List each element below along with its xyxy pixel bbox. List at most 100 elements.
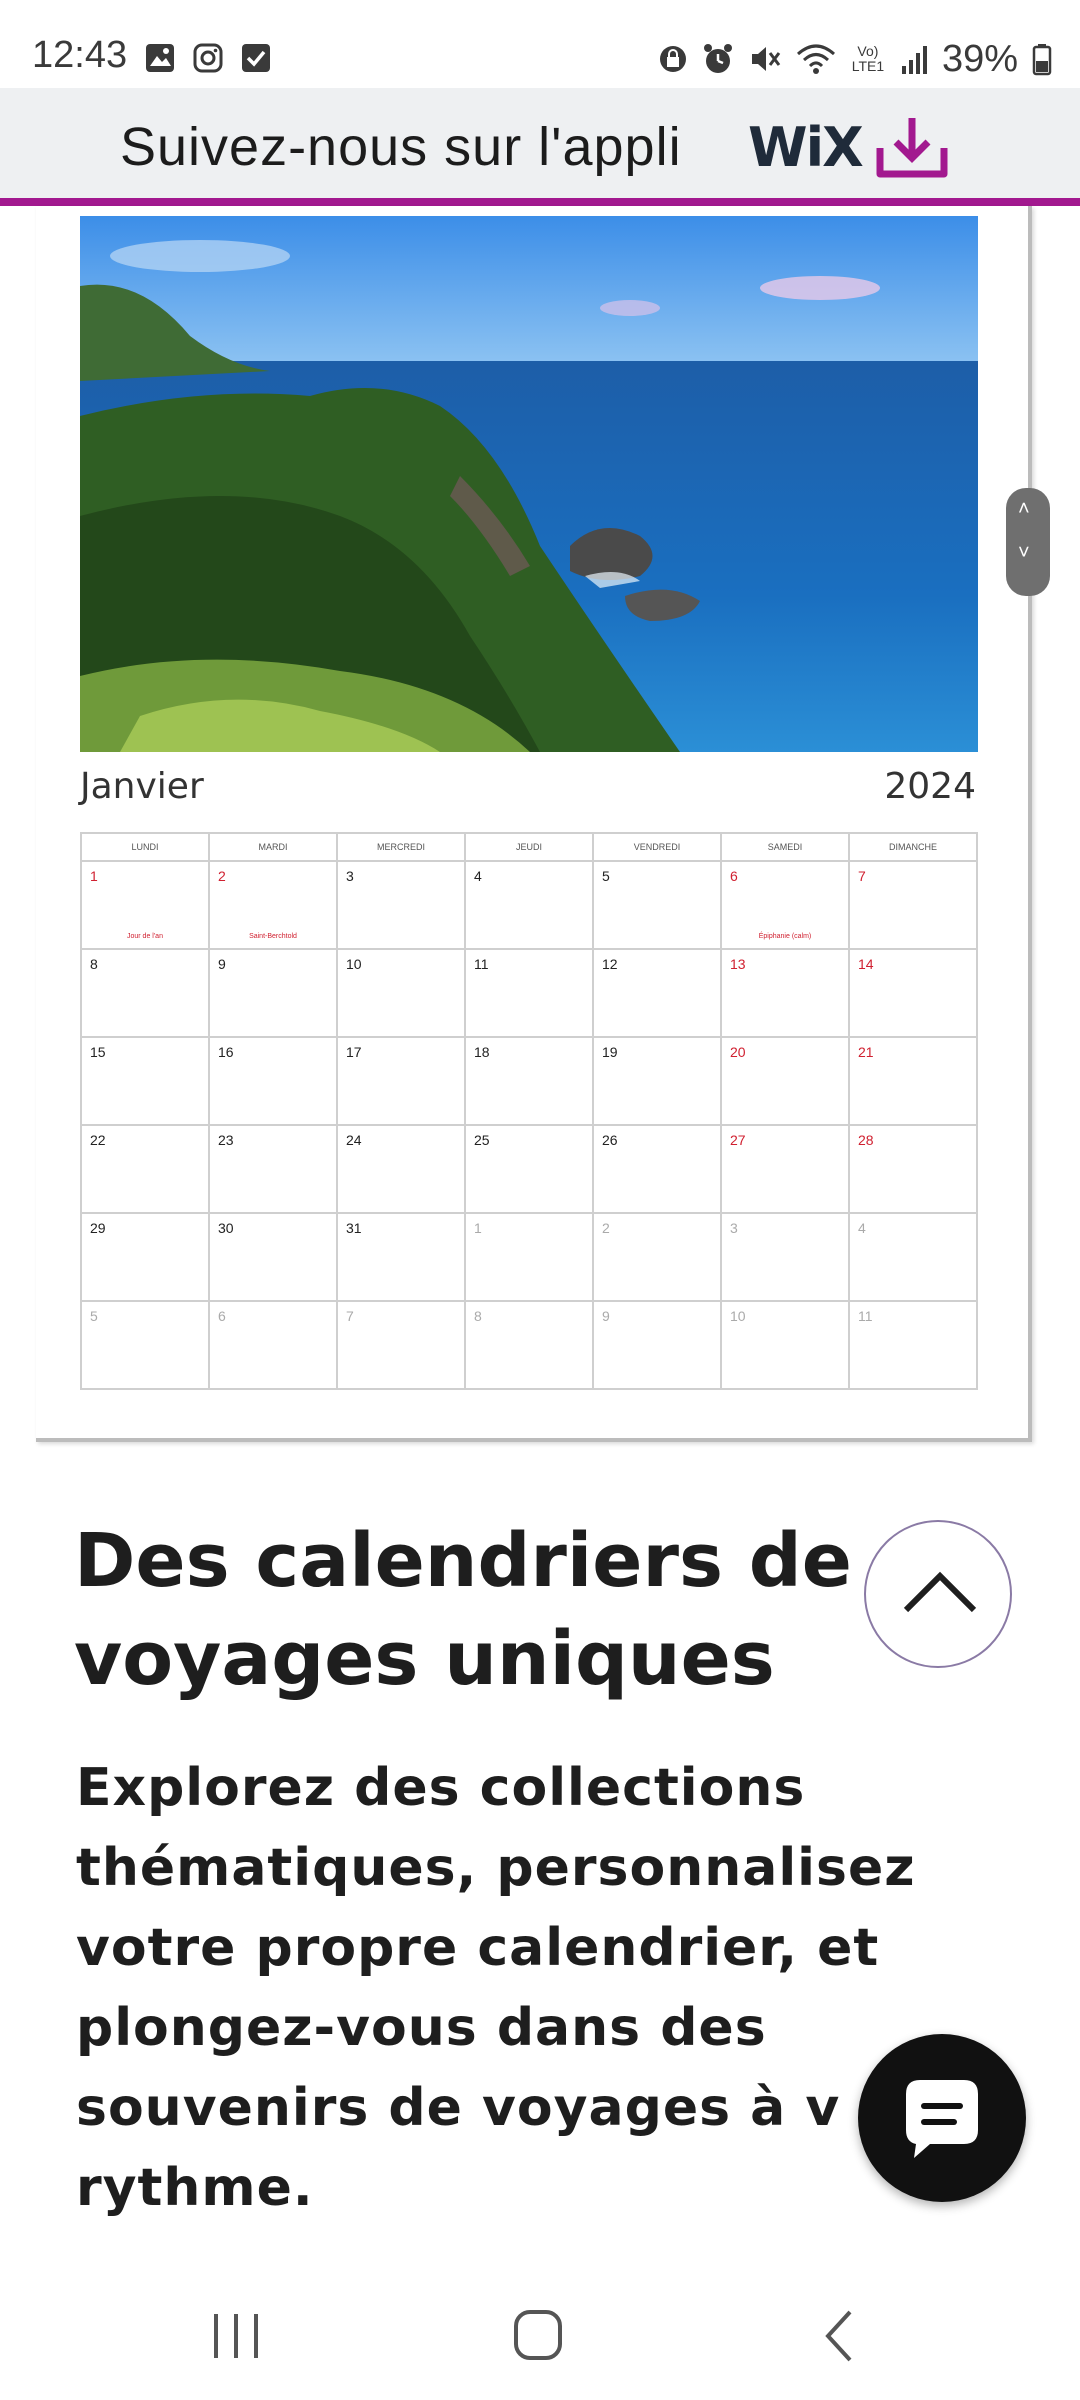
calendar-day-cell: 19 — [594, 1038, 722, 1126]
status-bar: 12:43 Vo) LTE1 39% — [0, 0, 1080, 88]
calendar-day-number: 27 — [730, 1132, 746, 1148]
calendar-day-cell: 10 — [338, 950, 466, 1038]
calendar-day-number: 31 — [346, 1220, 362, 1236]
calendar-day-cell: 15 — [82, 1038, 210, 1126]
calendar-day-number: 24 — [346, 1132, 362, 1148]
calendar-day-cell: 28 — [850, 1126, 978, 1214]
calendar-day-number: 2 — [218, 868, 226, 884]
calendar-card[interactable]: Janvier 2024 Lundi Mardi Mercredi Jeudi Vend… — [36, 206, 1032, 1442]
calendar-day-number: 3 — [730, 1220, 738, 1236]
calendar-day-cell: 2 — [594, 1214, 722, 1302]
wifi-icon — [796, 44, 835, 74]
calendar-day-cell: 9 — [594, 1302, 722, 1390]
chat-icon — [906, 2080, 978, 2158]
calendar-day-number: 28 — [858, 1132, 874, 1148]
calendar-day-cell: 16 — [210, 1038, 338, 1126]
weekday-header: Mardi — [210, 834, 338, 862]
calendar-day-number: 25 — [474, 1132, 490, 1148]
calendar-day-number: 6 — [218, 1308, 226, 1324]
mute-icon — [751, 47, 781, 71]
weekday-header: Samedi — [722, 834, 850, 862]
calendar-week-row: 15 16 17 18 19 20 21 — [82, 1038, 978, 1126]
calendar-week-row: 5 6 7 8 9 10 11 — [82, 1302, 978, 1390]
calendar-day-cell: 17 — [338, 1038, 466, 1126]
weekday-header: Dimanche — [850, 834, 978, 862]
calendar-holiday-note: Jour de l'an — [127, 933, 163, 940]
download-icon[interactable] — [872, 112, 952, 184]
android-nav-bar — [0, 2260, 1080, 2400]
calendar-day-cell: 14 — [850, 950, 978, 1038]
calendar-day-number: 15 — [90, 1044, 106, 1060]
section-heading: Des calendriers de voyages uniques — [74, 1518, 852, 1702]
calendar-day-cell: 4 — [850, 1214, 978, 1302]
calendar-week-row: 29 30 31 1 2 3 4 — [82, 1214, 978, 1302]
calendar-day-cell: 8 — [466, 1302, 594, 1390]
chevron-up-icon — [903, 1571, 977, 1613]
weekday-header: Jeudi — [466, 834, 594, 862]
calendar-day-cell: 30 — [210, 1214, 338, 1302]
calendar-day-cell: 13 — [722, 950, 850, 1038]
calendar-day-cell: 9 — [210, 950, 338, 1038]
weekday-header: Vendredi — [594, 834, 722, 862]
calendar-day-number: 13 — [730, 956, 746, 972]
status-time: 12:43 — [32, 34, 128, 76]
calendar-week-row: 22 23 24 25 26 27 28 — [82, 1126, 978, 1214]
calendar-day-number: 14 — [858, 956, 874, 972]
calendar-day-number: 11 — [858, 1308, 873, 1324]
calendar-month: Janvier — [80, 766, 204, 807]
check-square-icon — [242, 44, 270, 72]
calendar-grid: Lundi Mardi Mercredi Jeudi Vendredi Samedi Dim… — [80, 832, 978, 1390]
section-body: Explorez des collections thématiques, pe… — [76, 1758, 916, 2218]
calendar-day-number: 12 — [602, 956, 618, 972]
calendar-day-number: 3 — [346, 868, 354, 884]
calendar-day-number: 19 — [602, 1044, 618, 1060]
calendar-day-number: 9 — [602, 1308, 610, 1324]
calendar-day-cell: 2 Saint-Berchtold — [210, 862, 338, 950]
calendar-day-number: 4 — [858, 1220, 866, 1236]
calendar-day-number: 5 — [90, 1308, 98, 1324]
home-icon[interactable] — [498, 2300, 578, 2370]
back-icon[interactable] — [800, 2300, 880, 2370]
calendar-day-cell: 1 — [466, 1214, 594, 1302]
calendar-day-cell: 11 — [466, 950, 594, 1038]
calendar-week-row: 1 Jour de l'an 2 Saint-Berchtold 3 4 5 6 Épiphan… — [82, 862, 978, 950]
calendar-day-cell: 5 — [594, 862, 722, 950]
calendar-day-cell: 10 — [722, 1302, 850, 1390]
calendar-day-cell: 24 — [338, 1126, 466, 1214]
calendar-day-number: 21 — [858, 1044, 874, 1060]
gallery-icon — [146, 44, 174, 72]
calendar-day-number: 29 — [90, 1220, 106, 1236]
calendar-day-number: 7 — [858, 868, 866, 884]
calendar-day-cell: 11 — [850, 1302, 978, 1390]
calendar-day-cell: 31 — [338, 1214, 466, 1302]
chat-button[interactable] — [858, 2034, 1026, 2202]
chevron-down-icon: ˅ — [1018, 542, 1030, 564]
calendar-day-number: 4 — [474, 868, 482, 884]
calendar-day-number: 9 — [218, 956, 226, 972]
wix-logo: WiX — [748, 116, 864, 179]
calendar-day-cell: 29 — [82, 1214, 210, 1302]
calendar-week-row: 8 9 10 11 12 13 14 — [82, 950, 978, 1038]
coastline-photo — [80, 216, 978, 752]
calendar-day-number: 23 — [218, 1132, 234, 1148]
calendar-day-cell: 3 — [722, 1214, 850, 1302]
calendar-day-cell: 26 — [594, 1126, 722, 1214]
recent-apps-icon[interactable] — [196, 2300, 276, 2370]
wix-banner-text: Suivez-nous sur l'appli — [120, 117, 682, 177]
side-scroll-handle[interactable]: ˄ ˅ — [1006, 488, 1050, 596]
calendar-day-cell: 25 — [466, 1126, 594, 1214]
calendar-day-cell: 5 — [82, 1302, 210, 1390]
chevron-up-icon: ˄ — [1018, 498, 1030, 520]
calendar-day-cell: 7 — [850, 862, 978, 950]
calendar-day-number: 8 — [474, 1308, 482, 1324]
calendar-day-cell: 23 — [210, 1126, 338, 1214]
calendar-day-number: 11 — [474, 956, 489, 972]
calendar-day-number: 26 — [602, 1132, 618, 1148]
calendar-day-cell: 18 — [466, 1038, 594, 1126]
calendar-day-cell: 12 — [594, 950, 722, 1038]
calendar-weekday-header: Lundi Mardi Mercredi Jeudi Vendredi Samedi Dim… — [82, 834, 978, 862]
calendar-day-number: 1 — [90, 868, 98, 884]
scroll-to-top-button[interactable] — [864, 1520, 1012, 1668]
calendar-day-cell: 27 — [722, 1126, 850, 1214]
wix-app-banner[interactable]: Suivez-nous sur l'appli WiX — [0, 88, 1080, 206]
